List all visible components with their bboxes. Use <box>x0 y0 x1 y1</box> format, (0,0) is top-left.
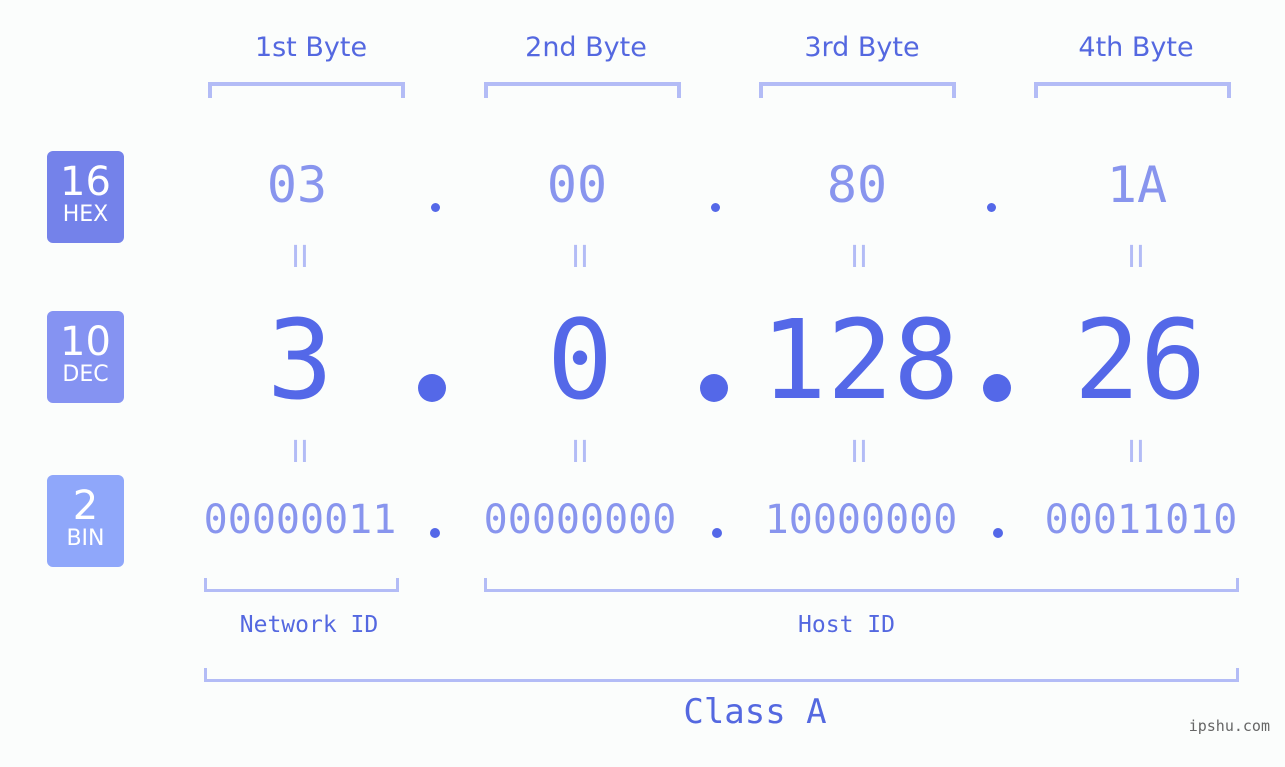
byte-label-3: 3rd Byte <box>804 32 920 63</box>
equals-icon: II <box>571 435 589 470</box>
hex-badge-number: 16 <box>60 159 111 205</box>
dec-badge-label: DEC <box>62 362 109 387</box>
dec-value-2: 0 <box>546 296 614 424</box>
network-id-bracket <box>204 578 399 592</box>
dec-badge: 10 DEC <box>47 311 124 403</box>
bin-badge-label: BIN <box>66 526 105 551</box>
dec-value-1: 3 <box>266 296 334 424</box>
hex-badge: 16 HEX <box>47 151 124 243</box>
equals-icon: II <box>291 240 309 275</box>
dec-separator-1 <box>418 374 446 402</box>
bin-separator-3 <box>993 528 1003 538</box>
bin-value-1: 00000011 <box>203 497 397 543</box>
equals-icon: II <box>571 240 589 275</box>
bin-value-2: 00000000 <box>483 497 677 543</box>
dec-separator-3 <box>983 374 1011 402</box>
equals-icon: II <box>850 435 868 470</box>
byte-bracket-4 <box>1034 82 1231 98</box>
dec-badge-number: 10 <box>60 319 111 365</box>
byte-label-4: 4th Byte <box>1078 32 1194 63</box>
equals-icon: II <box>291 435 309 470</box>
hex-separator-3 <box>987 203 996 212</box>
byte-bracket-3 <box>759 82 956 98</box>
hex-value-4: 1A <box>1106 156 1168 214</box>
hex-value-2: 00 <box>546 156 608 214</box>
byte-bracket-2 <box>484 82 681 98</box>
byte-bracket-1 <box>208 82 405 98</box>
bin-badge-number: 2 <box>72 483 99 529</box>
bin-value-4: 00011010 <box>1044 497 1238 543</box>
hex-separator-2 <box>711 203 720 212</box>
hex-badge-label: HEX <box>62 202 109 227</box>
bin-value-3: 10000000 <box>764 497 958 543</box>
equals-icon: II <box>1127 435 1145 470</box>
dec-separator-2 <box>700 374 728 402</box>
byte-label-1: 1st Byte <box>254 32 368 63</box>
equals-icon: II <box>850 240 868 275</box>
bin-badge: 2 BIN <box>47 475 124 567</box>
hex-separator-1 <box>431 203 440 212</box>
byte-label-2: 2nd Byte <box>525 32 647 63</box>
equals-icon: II <box>1127 240 1145 275</box>
host-id-label: Host ID <box>798 612 895 638</box>
class-bracket <box>204 668 1239 682</box>
bin-separator-2 <box>712 528 722 538</box>
hex-value-3: 80 <box>826 156 888 214</box>
class-label: Class A <box>683 692 827 732</box>
host-id-bracket <box>484 578 1239 592</box>
watermark: ipshu.com <box>1188 717 1270 735</box>
dec-value-3: 128 <box>760 296 960 424</box>
network-id-label: Network ID <box>239 612 379 638</box>
hex-value-1: 03 <box>266 156 328 214</box>
bin-separator-1 <box>430 528 440 538</box>
dec-value-4: 26 <box>1073 296 1207 424</box>
